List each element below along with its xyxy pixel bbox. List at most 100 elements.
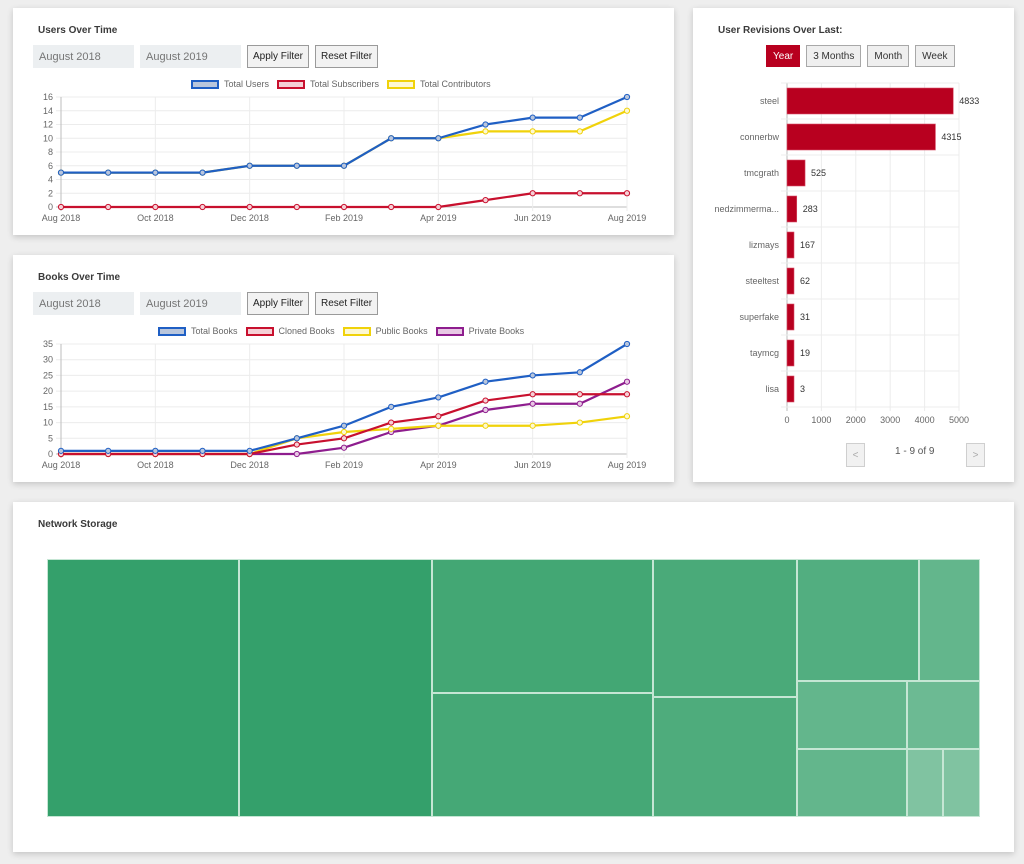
- data-point: [576, 400, 583, 407]
- data-point: [199, 447, 206, 454]
- data-point: [482, 397, 489, 404]
- data-point: [246, 203, 253, 211]
- data-point: [482, 197, 489, 204]
- y-tick-label: 8: [48, 147, 53, 157]
- y-tick-label: 10: [43, 133, 53, 143]
- pager-status: 1 - 9 of 9: [895, 446, 935, 457]
- data-point: [388, 425, 395, 432]
- x-tick-label: Oct 2018: [137, 213, 174, 223]
- user-revisions-card: User Revisions Over Last: Year 3 Months …: [693, 8, 1014, 482]
- bar-connerbw: [786, 123, 936, 151]
- treemap-cell[interactable]: [907, 748, 944, 817]
- data-point: [576, 419, 583, 426]
- data-point: [293, 441, 300, 448]
- bar-value-label: 283: [803, 204, 818, 214]
- bar-value-label: 62: [800, 276, 810, 286]
- x-tick-label: Aug 2019: [608, 213, 647, 223]
- bar-category-label: superfake: [739, 312, 779, 322]
- books-over-time-card: Books Over Time Apply Filter Reset Filte…: [13, 255, 674, 482]
- data-point: [246, 162, 253, 169]
- network-storage-treemap: [47, 559, 980, 817]
- bar-category-label: lizmays: [749, 240, 780, 250]
- data-point: [340, 444, 348, 451]
- treemap-cell[interactable]: [47, 559, 239, 817]
- treemap-cell[interactable]: [942, 748, 980, 817]
- data-point: [529, 372, 536, 379]
- data-point: [57, 447, 65, 454]
- x-tick-label: 4000: [915, 415, 935, 425]
- data-point: [293, 435, 300, 442]
- treemap-cell[interactable]: [797, 681, 908, 749]
- data-point: [340, 435, 348, 442]
- x-tick-label: Apr 2019: [420, 460, 457, 470]
- data-point: [482, 128, 489, 135]
- data-point: [482, 422, 489, 429]
- x-tick-label: 0: [784, 415, 789, 425]
- data-point: [435, 135, 442, 142]
- treemap-cell[interactable]: [653, 697, 798, 817]
- data-point: [529, 114, 536, 121]
- x-tick-label: 2000: [846, 415, 866, 425]
- data-point: [340, 428, 348, 436]
- y-tick-label: 35: [43, 339, 53, 349]
- treemap-cell[interactable]: [797, 559, 920, 681]
- treemap-cell[interactable]: [432, 559, 654, 693]
- data-point: [529, 128, 536, 135]
- data-point: [105, 447, 112, 454]
- x-tick-label: Jun 2019: [514, 213, 551, 223]
- x-tick-label: Dec 2018: [230, 213, 269, 223]
- data-point: [576, 391, 583, 398]
- data-point: [152, 169, 159, 176]
- data-point: [340, 203, 348, 211]
- treemap-cell[interactable]: [239, 559, 433, 817]
- y-tick-label: 25: [43, 370, 53, 380]
- treemap-cell[interactable]: [653, 559, 798, 697]
- treemap-cell[interactable]: [919, 559, 980, 681]
- data-point: [623, 107, 631, 114]
- data-point: [152, 447, 159, 454]
- y-tick-label: 4: [48, 175, 53, 185]
- revisions-bar-chart: 0 1000 2000 3000 4000 5000 steel 4833 connerbw 43…: [714, 82, 979, 425]
- data-point: [388, 203, 395, 211]
- data-point: [57, 169, 65, 176]
- data-point: [623, 93, 631, 101]
- bar-superfake: [786, 303, 795, 331]
- data-point: [340, 162, 348, 169]
- data-point: [529, 190, 536, 197]
- data-point: [246, 447, 253, 454]
- y-tick-label: 6: [48, 161, 53, 171]
- data-point: [293, 450, 300, 458]
- pager-next-button[interactable]: >: [966, 443, 985, 467]
- data-point: [199, 169, 206, 176]
- network-storage-card: Network Storage: [13, 502, 1014, 852]
- pager-prev-button[interactable]: <: [846, 443, 865, 467]
- bar-value-label: 19: [800, 348, 810, 358]
- bar-category-label: taymcg: [750, 348, 779, 358]
- treemap-cell[interactable]: [907, 681, 980, 749]
- data-point: [529, 400, 536, 407]
- bar-value-label: 525: [811, 168, 826, 178]
- data-point: [623, 391, 631, 398]
- treemap-cell[interactable]: [432, 693, 654, 817]
- data-point: [435, 203, 442, 211]
- bar-lisa: [786, 375, 795, 403]
- data-point: [623, 190, 631, 197]
- bar-category-label: steeltest: [745, 276, 779, 286]
- data-point: [340, 422, 348, 429]
- x-tick-label: Aug 2018: [42, 213, 81, 223]
- data-point: [152, 203, 159, 211]
- x-tick-label: Oct 2018: [137, 460, 174, 470]
- data-point: [482, 121, 489, 128]
- x-tick-label: Aug 2019: [608, 460, 647, 470]
- y-tick-label: 30: [43, 355, 53, 365]
- x-tick-label: Feb 2019: [325, 460, 363, 470]
- bar-value-label: 4315: [941, 132, 961, 142]
- y-tick-label: 5: [48, 433, 53, 443]
- bar-category-label: steel: [760, 96, 779, 106]
- y-tick-label: 14: [43, 106, 53, 116]
- y-tick-label: 20: [43, 386, 53, 396]
- treemap-cell[interactable]: [797, 748, 908, 817]
- x-tick-label: Apr 2019: [420, 213, 457, 223]
- data-point: [293, 162, 300, 169]
- x-tick-label: Aug 2018: [42, 460, 81, 470]
